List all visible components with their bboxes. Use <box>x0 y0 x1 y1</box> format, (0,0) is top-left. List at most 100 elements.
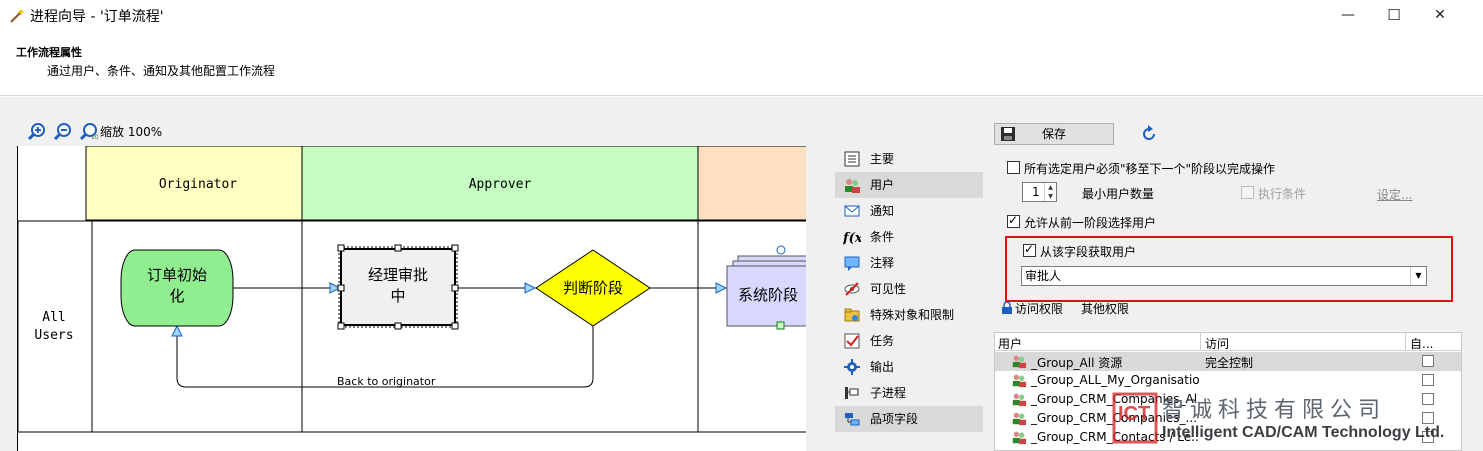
nav-item-8[interactable]: 输出 <box>835 354 983 380</box>
save-button-label: 保存 <box>1041 127 1066 141</box>
nav-item-10[interactable]: 品项字段 <box>835 406 983 432</box>
min-users-stepper[interactable]: 1 ▲ ▼ <box>1022 182 1057 202</box>
nav-item-9[interactable]: 子进程 <box>835 380 983 406</box>
node-manager-label-2: 中 <box>390 287 405 305</box>
nav-item-2[interactable]: 通知 <box>835 198 983 224</box>
resize-handle[interactable] <box>337 322 345 330</box>
visibility-icon <box>844 282 860 296</box>
users-icon <box>845 179 860 193</box>
floppy-disk-icon <box>1001 127 1015 141</box>
nav-item-label: 主要 <box>870 152 895 166</box>
lane-header-system[interactable] <box>697 146 806 221</box>
resize-handle[interactable] <box>394 322 402 330</box>
nav-item-label: 输出 <box>870 360 895 374</box>
from-field-checkbox[interactable] <box>1023 242 1036 257</box>
subprocess-icon <box>845 387 859 399</box>
nav-item-1[interactable]: 用户 <box>835 172 983 198</box>
connection-point[interactable] <box>776 245 786 255</box>
svg-text:100: 100 <box>91 134 98 140</box>
nav-item-0[interactable]: 主要 <box>835 146 983 172</box>
properties-icon <box>844 151 860 167</box>
nav-item-label: 用户 <box>870 178 895 192</box>
process-diagram[interactable]: Originator Approver All Users Back to or… <box>17 146 806 451</box>
node-manager-label-1: 经理审批 <box>368 266 428 284</box>
group-users-icon <box>1012 355 1027 369</box>
svg-text:ICT: ICT <box>1118 403 1150 425</box>
table-row[interactable]: _Group_All 资源 完全控制 <box>995 352 1461 371</box>
group-users-icon <box>1012 374 1027 388</box>
watermark-english: Intelligent CAD/CAM Technology Ltd. <box>1162 424 1445 441</box>
task-icon <box>844 333 860 349</box>
settings-link[interactable]: 设定... <box>1377 186 1412 203</box>
nav-item-label: 品项字段 <box>870 412 919 426</box>
header-title: 工作流程属性 <box>16 46 82 59</box>
nav-item-6[interactable]: 特殊对象和限制 <box>835 302 983 328</box>
connection-point[interactable] <box>776 321 785 330</box>
min-users-label: 最小用户数量 <box>1082 187 1155 201</box>
nav-item-label: 注释 <box>870 256 895 270</box>
allow-prev-stage-checkbox[interactable] <box>1007 213 1020 228</box>
row-label-all: All <box>42 310 65 325</box>
row-auto-checkbox[interactable] <box>1422 355 1434 367</box>
chevron-down-icon[interactable]: ▼ <box>1410 267 1426 285</box>
node-system-label: 系统阶段 <box>738 286 798 304</box>
resize-handle[interactable] <box>337 284 345 292</box>
tab-other-permissions[interactable]: 其他权限 <box>1081 300 1129 317</box>
exec-condition-label: 执行条件 <box>1258 187 1307 201</box>
resize-handle[interactable] <box>451 284 459 292</box>
exec-condition-checkbox[interactable] <box>1241 186 1254 199</box>
comment-icon <box>844 256 860 271</box>
zoom-100-icon[interactable]: 100 <box>80 122 98 140</box>
stepper-arrows[interactable]: ▲ ▼ <box>1044 183 1056 201</box>
nav-item-3[interactable]: f(x) 条件 <box>835 224 983 250</box>
company-logo: ICT <box>1112 392 1158 444</box>
nav-item-7[interactable]: 任务 <box>835 328 983 354</box>
resize-handle[interactable] <box>451 244 459 252</box>
title-bar: 进程向导 - '订单流程' — ☐ ✕ <box>0 0 1483 30</box>
lock-icon <box>1002 302 1012 314</box>
zoom-out-icon[interactable] <box>54 122 72 140</box>
maximize-button[interactable]: ☐ <box>1371 0 1417 30</box>
gear-icon <box>844 359 860 375</box>
resize-handle[interactable] <box>451 322 459 330</box>
node-decision-label: 判断阶段 <box>563 279 623 297</box>
refresh-icon[interactable] <box>1141 124 1157 142</box>
nav-item-label: 特殊对象和限制 <box>870 308 955 322</box>
grid-header: 用户 访问 自... <box>995 333 1461 351</box>
node-start-label-2: 化 <box>169 287 184 305</box>
back-to-originator-label: Back to originator <box>337 375 436 388</box>
all-users-must-move-checkbox[interactable] <box>1007 161 1020 174</box>
nav-item-label: 任务 <box>870 334 895 348</box>
zoom-label: 缩放 100% <box>100 125 163 139</box>
resize-handle[interactable] <box>394 244 402 252</box>
field-select[interactable]: 审批人 ▼ <box>1021 266 1427 286</box>
node-start-label-1: 订单初始 <box>147 266 207 284</box>
wizard-header: 工作流程属性 通过用户、条件、通知及其他配置工作流程 <box>0 30 1483 96</box>
lane-header-corner <box>18 146 86 220</box>
column-access[interactable]: 访问 <box>1205 335 1229 352</box>
company-watermark: ICT 智诚科技有限公司 Intelligent CAD/CAM Technol… <box>1112 382 1483 451</box>
row-user: _Group_All 资源 <box>1031 356 1123 370</box>
minimize-button[interactable]: — <box>1325 0 1371 30</box>
lane-label-originator: Originator <box>159 177 237 192</box>
lane-label-approver: Approver <box>469 177 532 192</box>
resize-handle[interactable] <box>337 244 345 252</box>
folder-icon <box>844 308 860 322</box>
zoom-in-icon[interactable] <box>28 122 46 140</box>
group-users-icon <box>1012 412 1027 426</box>
save-button[interactable]: 保存 <box>994 123 1114 145</box>
close-button[interactable]: ✕ <box>1417 0 1463 30</box>
row-access: 完全控制 <box>1205 356 1254 370</box>
nav-item-4[interactable]: 注释 <box>835 250 983 276</box>
watermark-chinese: 智诚科技有限公司 <box>1162 398 1387 423</box>
column-separator <box>1405 333 1406 351</box>
column-auto[interactable]: 自... <box>1410 335 1433 352</box>
header-description: 通过用户、条件、通知及其他配置工作流程 <box>47 64 276 78</box>
tab-access-permissions[interactable]: 访问权限 <box>1015 300 1063 317</box>
column-user[interactable]: 用户 <box>998 335 1022 352</box>
group-users-icon <box>1012 431 1027 445</box>
properties-nav: 主要用户通知 f(x) 条件注释可见性特殊对象和限制任务输出子进程品项字段 <box>835 146 985 432</box>
allow-prev-stage-label: 允许从前一阶段选择用户 <box>1024 216 1157 230</box>
nav-item-5[interactable]: 可见性 <box>835 276 983 302</box>
fields-icon <box>845 413 860 426</box>
